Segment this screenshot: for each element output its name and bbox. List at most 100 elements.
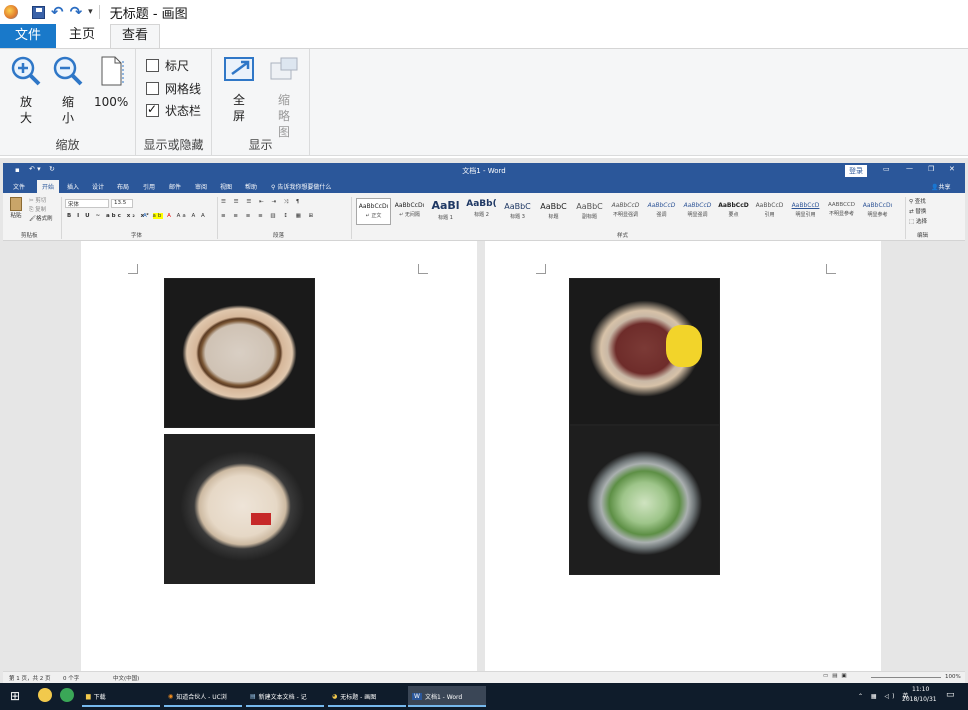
statusbar-check-box[interactable] [146,102,159,117]
word-tab-mailings[interactable]: 邮件 [169,182,181,191]
fullscreen-button[interactable]: 全屏 [221,55,257,124]
document-page-1[interactable] [81,241,477,671]
thumbnail-button[interactable]: 缩略图 [264,55,304,140]
canvas-image-word-window[interactable]: ▪ ↶ ▾ ↻ 文档1 - Word 登录 ▭ — ❐ ✕ 文件 开始 插入 设… [0,158,968,710]
word-login-button[interactable]: 登录 [845,165,867,177]
word-tab-design[interactable]: 设计 [92,182,104,191]
photo-bok-choy-pot[interactable] [569,425,720,575]
zoom-out-button[interactable]: 缩小 [50,55,86,126]
zoom-100-button[interactable]: 100% [92,55,130,110]
document-page-2[interactable] [485,241,881,671]
style-item[interactable]: AaBl 标题 1 [428,198,463,225]
tab-home[interactable]: 主页 [56,24,108,48]
word-tab-help[interactable]: 帮助 [245,182,257,191]
font-color-buttons[interactable]: A ab A Aa A A [143,213,207,219]
style-name: 要点 [728,212,739,218]
style-item[interactable]: AaBbCcD 明显强调 [680,198,715,225]
word-count[interactable]: 0 个字 [63,674,79,682]
copy-label: 复制 [35,207,47,213]
font-name-box[interactable]: 宋体 [65,199,109,208]
ruler-check-box[interactable] [146,59,159,72]
paragraph-buttons-row2[interactable]: ≡ ≡ ≡ ≡ ▥ ↕ ▦ ⊞ [221,213,316,219]
share-button[interactable]: 👤共享 [931,182,951,191]
paint-app-icon[interactable] [4,5,18,19]
tab-file[interactable]: 文件 [0,24,56,48]
taskbar-item-notepad[interactable]: ▤ 新建文本文档 - 记 [246,686,324,707]
ribbon-display-icon[interactable]: ▭ [883,165,890,173]
task-view-icon[interactable] [38,688,52,702]
statusbar-checkbox[interactable]: 状态栏 [146,102,201,119]
zoom-level[interactable]: 100% [945,674,961,680]
save-icon[interactable] [32,5,45,19]
taskbar-item-word[interactable]: W 文档1 - Word [408,686,486,707]
gridlines-check-box[interactable] [146,82,159,95]
word-tab-view[interactable]: 视图 [220,182,232,191]
photo-clay-pot-lid[interactable] [164,434,315,584]
view-buttons[interactable]: ▭▤▣ [823,673,851,679]
copy-button[interactable]: ⎘ 复制 [29,206,53,215]
word-tab-layout[interactable]: 布局 [117,182,129,191]
minimize-icon[interactable]: — [906,164,913,172]
redo-icon[interactable]: ↷ [70,3,83,21]
document-area[interactable] [3,241,965,671]
font-group-label: 字体 [131,233,143,239]
style-item[interactable]: AaBbCcDı ↵ 无间隔 [392,198,427,225]
find-button[interactable]: ⚲ 查找 [909,197,927,207]
zoom-in-button[interactable]: 放大 [8,55,44,126]
format-painter-button[interactable]: 🖌格式刷 [29,215,53,224]
windows-start-icon[interactable]: ⊞ [10,689,20,703]
paste-button[interactable]: 粘贴 [9,197,23,219]
fullscreen-icon [224,57,254,81]
select-button[interactable]: ⬚ 选择 [909,217,927,227]
customize-dropdown-icon[interactable]: ▾ [88,7,93,17]
display-group: 全屏 缩略图 显示 [212,49,310,155]
tab-view[interactable]: 查看 [110,24,160,49]
font-size-box[interactable]: 13.5 [111,199,133,208]
style-item[interactable]: AaBbCcDı ↵ 正文 [356,198,391,225]
clock-date[interactable]: 2018/10/31 [902,696,937,703]
style-item[interactable]: AaBbCcD 明显引用 [788,198,823,225]
notification-icon[interactable]: ▭ [946,690,955,700]
style-item[interactable]: AaBbCcDı 明显参考 [860,198,895,225]
style-item[interactable]: AaBbC 标题 [536,198,571,225]
store-icon[interactable] [60,688,74,702]
gridlines-checkbox[interactable]: 网格线 [146,80,201,97]
word-tab-insert[interactable]: 插入 [67,182,79,191]
ruler-checkbox[interactable]: 标尺 [146,57,189,74]
close-icon[interactable]: ✕ [949,165,955,173]
group-divider [351,197,352,239]
undo-icon[interactable]: ↶ [51,3,64,21]
font-format-buttons[interactable]: B I U ~ abc x₂ x² [67,213,151,219]
share-label: 共享 [938,184,951,191]
style-item[interactable]: AaBbCcD 强调 [644,198,679,225]
zoom-slider[interactable] [871,677,941,678]
style-item[interactable]: AaBbCcD 要点 [716,198,751,225]
paragraph-buttons-row1[interactable]: ☰ ☰ ☰ ⇤ ⇥ ⤨ ¶ [221,199,302,206]
style-preview: AaBbCcD [683,202,712,209]
word-tab-references[interactable]: 引用 [143,182,155,191]
style-item[interactable]: AaBbCcD 引用 [752,198,787,225]
thumbnail-icon [270,57,298,80]
style-item[interactable]: AaBbC 标题 3 [500,198,535,225]
taskbar-item-uc-browser[interactable]: ◉ 知道合伙人 - UC浏 [164,686,242,707]
word-tab-review[interactable]: 审阅 [195,182,207,191]
cut-button[interactable]: ✂ 剪切 [29,197,53,206]
style-item[interactable]: AABBCCD 不明显参考 [824,198,859,225]
zoom-group-label: 缩放 [55,138,80,152]
word-tab-file[interactable]: 文件 [13,182,25,191]
taskbar-item-downloads[interactable]: ▆ 下载 [82,686,160,707]
tell-me-search[interactable]: ⚲ 告诉我你想要做什么 [271,182,331,191]
replace-button[interactable]: ⇄ 替换 [909,207,927,217]
style-item[interactable]: AaBb(标题 2 [464,198,499,225]
photo-sausage-rice-pot[interactable] [569,278,720,425]
photo-clay-pot-rice[interactable] [164,278,315,428]
clock-time[interactable]: 11:10 [912,686,929,693]
style-item[interactable]: AaBbCcD 不明显强调 [608,198,643,225]
page-count[interactable]: 第 1 页，共 2 页 [9,674,51,682]
taskbar-item-paint[interactable]: ◕ 无标题 - 画图 [328,686,406,707]
language[interactable]: 中文(中国) [113,674,139,682]
style-item[interactable]: AaBbC 副标题 [572,198,607,225]
tell-me-label: 告诉我你想要做什么 [277,184,332,191]
restore-icon[interactable]: ❐ [928,165,934,173]
word-tab-home[interactable]: 开始 [37,180,60,193]
